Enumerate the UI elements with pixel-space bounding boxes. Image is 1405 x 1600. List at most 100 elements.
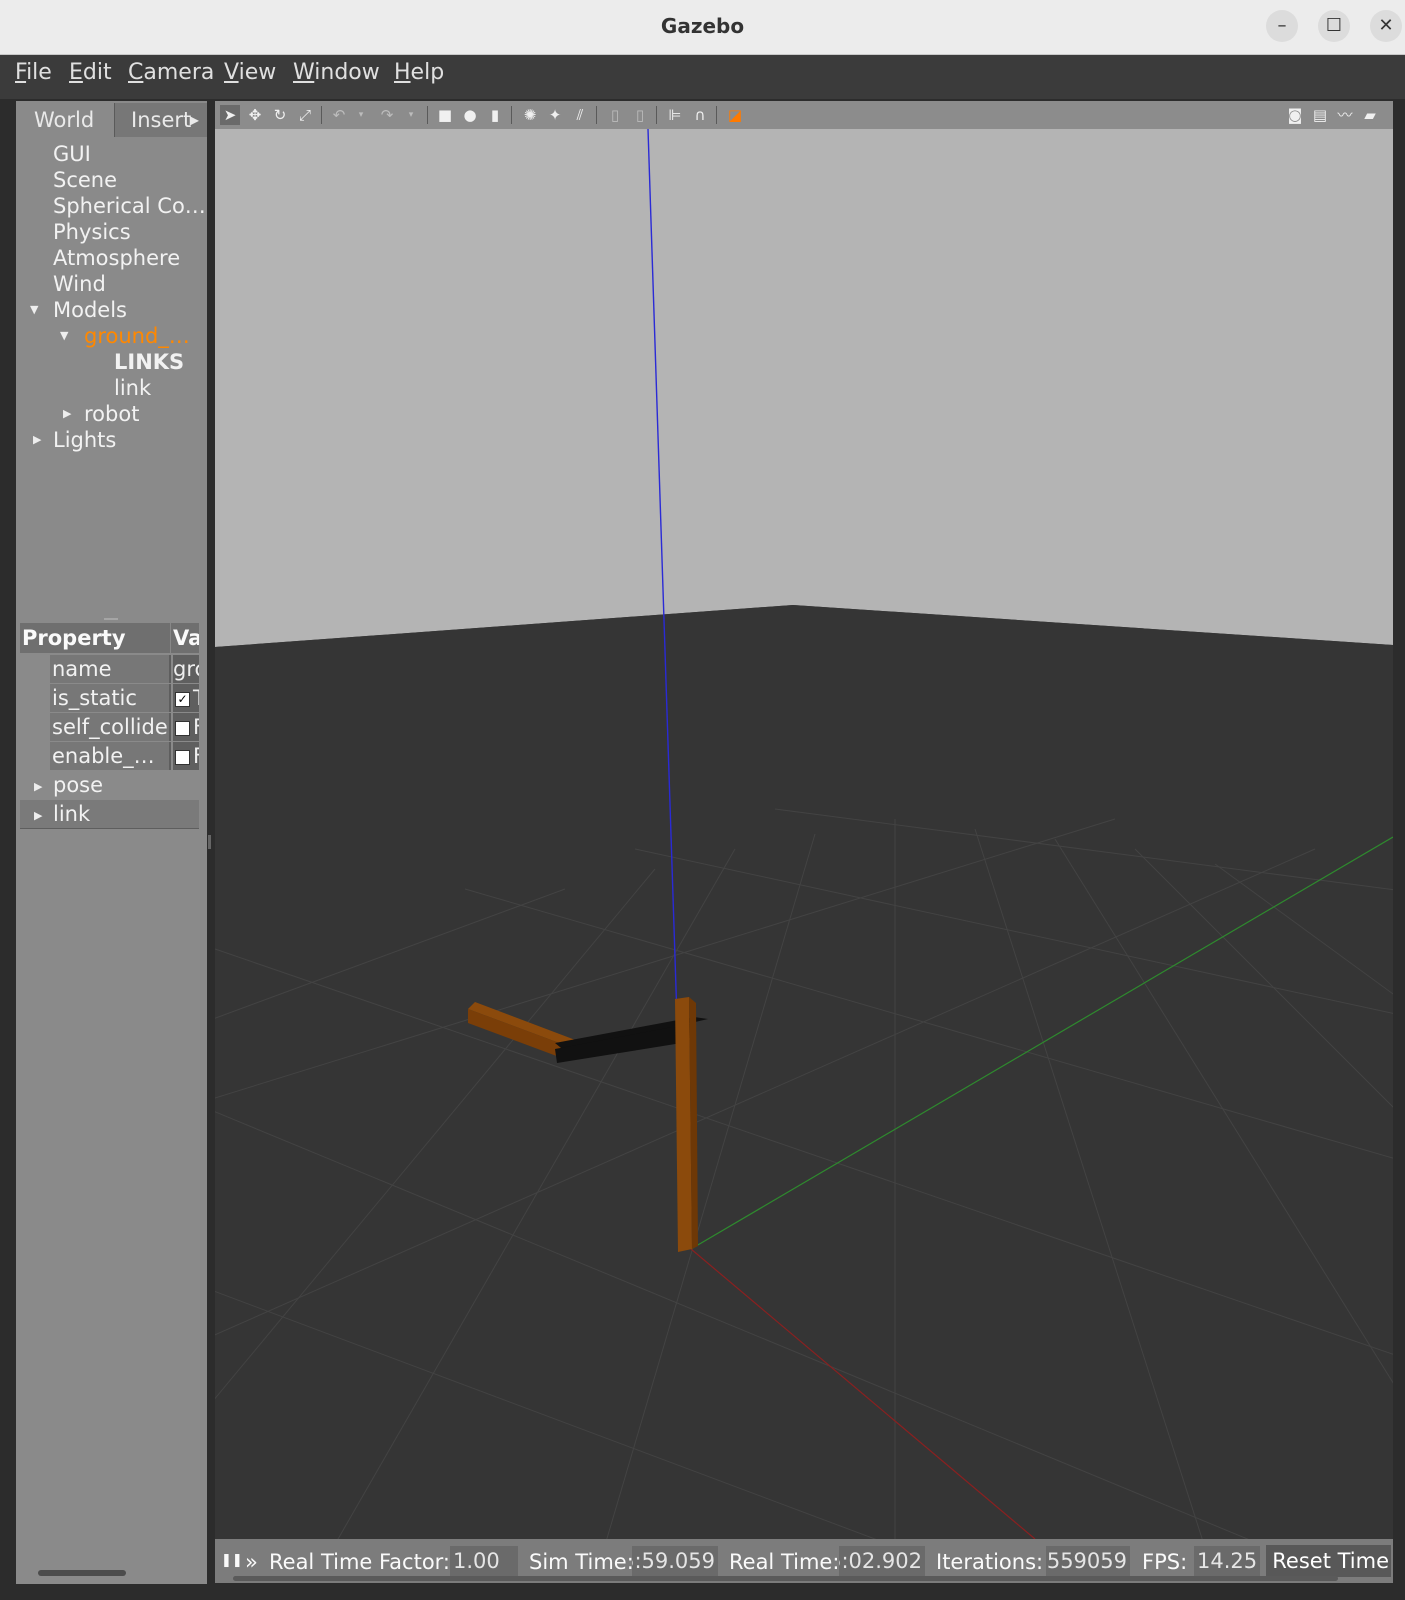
scene-render[interactable] (215, 129, 1393, 1539)
tree-item-models[interactable]: Models (53, 297, 127, 323)
property-label: enable_… (50, 742, 171, 770)
tab-world[interactable]: World (16, 103, 113, 137)
tree-item-link[interactable]: link (114, 375, 151, 401)
cylinder-shape-icon[interactable]: ▮ (485, 105, 505, 125)
property-row-is-static[interactable]: is_static ✓T (20, 684, 203, 712)
menu-file[interactable]: File (15, 58, 52, 87)
horizontal-scrollbar[interactable] (38, 1570, 126, 1576)
tree-item-spherical-coordinates[interactable]: Spherical Co… (53, 193, 206, 219)
redo-icon[interactable]: ↷ (377, 105, 397, 125)
rotate-mode-icon[interactable]: ↻ (270, 105, 290, 125)
ground-plane[interactable] (215, 605, 1393, 1539)
property-row-enable-wind[interactable]: enable_… F (20, 742, 203, 770)
menu-edit-label: dit (82, 60, 112, 85)
expand-lights-icon[interactable]: ▶ (33, 433, 41, 446)
sky-background (215, 129, 1393, 647)
checkbox-unchecked-icon[interactable] (175, 749, 190, 765)
minimize-button[interactable]: – (1266, 10, 1298, 42)
pause-icon[interactable]: ❚❚ (221, 1553, 243, 1568)
scene-viewport[interactable]: ➤ ✥ ↻ ⤢ ↶ ▾ ↷ ▾ ■ ● ▮ ✺ ✦ ⫽ ▯ ▯ ⊫ ∩ ◪ ◙ … (215, 101, 1393, 1583)
expand-robot-icon[interactable]: ▶ (63, 407, 71, 420)
menu-window-accel: W (293, 60, 315, 85)
screenshot-icon[interactable]: ◙ (1285, 105, 1305, 125)
redo-history-icon[interactable]: ▾ (401, 105, 421, 125)
viewport-scrollbar[interactable] (233, 1576, 1338, 1581)
scale-mode-icon[interactable]: ⤢ (295, 105, 315, 125)
menu-help[interactable]: Help (394, 58, 444, 87)
property-row-pose[interactable]: ▶ pose (20, 771, 203, 799)
tab-insert[interactable]: Insert ▶ (114, 103, 207, 137)
select-mode-icon[interactable]: ➤ (220, 105, 240, 125)
plot-icon[interactable]: 〰 (1335, 105, 1355, 125)
left-panel: World Insert ▶ GUI Scene Spherical Co… Ph… (16, 101, 207, 1584)
translate-mode-icon[interactable]: ✥ (245, 105, 265, 125)
tree-item-wind[interactable]: Wind (53, 271, 106, 297)
property-value[interactable]: grc (173, 655, 199, 683)
checkbox-checked-icon[interactable]: ✓ (175, 691, 190, 707)
menu-edit[interactable]: Edit (69, 58, 112, 87)
toolbar-separator (427, 106, 428, 124)
log-icon[interactable]: ▤ (1310, 105, 1330, 125)
view-angle-icon[interactable]: ◪ (725, 105, 745, 125)
directional-light-icon[interactable]: ⫽ (570, 105, 590, 125)
undo-icon[interactable]: ↶ (329, 105, 349, 125)
checkbox-unchecked-icon[interactable] (175, 720, 190, 736)
toolbar-separator (656, 106, 657, 124)
rtf-label: Real Time Factor: (269, 1550, 451, 1574)
tree-item-gui[interactable]: GUI (53, 141, 91, 167)
expand-ground-icon[interactable]: ▼ (60, 329, 68, 342)
point-light-icon[interactable]: ✺ (520, 105, 540, 125)
property-row-link[interactable]: ▶ link (20, 800, 199, 829)
undo-history-icon[interactable]: ▾ (351, 105, 371, 125)
expand-pose-icon[interactable]: ▶ (34, 773, 42, 801)
paste-icon[interactable]: ▯ (630, 105, 650, 125)
property-row-name[interactable]: name grc (20, 655, 203, 683)
expand-link-icon[interactable]: ▶ (34, 802, 42, 830)
reset-time-button[interactable]: Reset Time (1266, 1545, 1391, 1577)
property-row-self-collide[interactable]: self_collide F (20, 713, 203, 741)
menu-view-label: iew (238, 60, 277, 85)
fps-label: FPS: (1142, 1550, 1188, 1574)
splitter-handle[interactable] (104, 618, 118, 620)
box-shape-icon[interactable]: ■ (435, 105, 455, 125)
maximize-button[interactable]: ☐ (1318, 10, 1350, 42)
property-value-text: T (193, 686, 199, 710)
property-label: is_static (50, 684, 171, 712)
property-value[interactable]: F (173, 713, 199, 741)
tree-item-lights[interactable]: Lights (53, 427, 116, 453)
menu-file-accel: F (15, 60, 27, 85)
property-label: self_collide (50, 713, 171, 741)
spot-light-icon[interactable]: ✦ (545, 105, 565, 125)
tree-item-atmosphere[interactable]: Atmosphere (53, 245, 180, 271)
copy-icon[interactable]: ▯ (605, 105, 625, 125)
close-button[interactable]: ✕ (1370, 10, 1402, 42)
real-time-label: Real Time: (729, 1550, 840, 1574)
sim-time-label: Sim Time: (529, 1550, 634, 1574)
tab-scroll-right-icon[interactable]: ▶ (190, 103, 199, 137)
property-value[interactable]: ✓T (173, 684, 199, 712)
property-link-label: link (53, 802, 91, 826)
tree-item-physics[interactable]: Physics (53, 219, 131, 245)
toolbar-separator (511, 106, 512, 124)
menu-window-label: indow (314, 60, 380, 85)
step-icon[interactable]: » (245, 1550, 258, 1574)
sphere-shape-icon[interactable]: ● (460, 105, 480, 125)
video-record-icon[interactable]: ▰ (1360, 105, 1380, 125)
align-icon[interactable]: ⊫ (665, 105, 685, 125)
tree-item-scene[interactable]: Scene (53, 167, 117, 193)
menu-camera[interactable]: Camera (128, 58, 214, 87)
real-time-value: 5:02.902 (839, 1546, 925, 1576)
panel-splitter[interactable] (208, 835, 211, 849)
snap-icon[interactable]: ∩ (690, 105, 710, 125)
toolbar-separator (596, 106, 597, 124)
menu-window[interactable]: Window (293, 58, 380, 87)
menu-help-accel: H (394, 60, 411, 85)
menu-view[interactable]: View (224, 58, 276, 87)
tree-item-robot[interactable]: robot (84, 401, 139, 427)
fps-value: 14.25 (1194, 1546, 1260, 1576)
property-value[interactable]: F (173, 742, 199, 770)
window-title: Gazebo (660, 14, 745, 38)
tree-item-ground-plane[interactable]: ground_… (84, 323, 190, 349)
expand-models-icon[interactable]: ▼ (30, 303, 38, 316)
menu-camera-label: amera (143, 60, 215, 85)
